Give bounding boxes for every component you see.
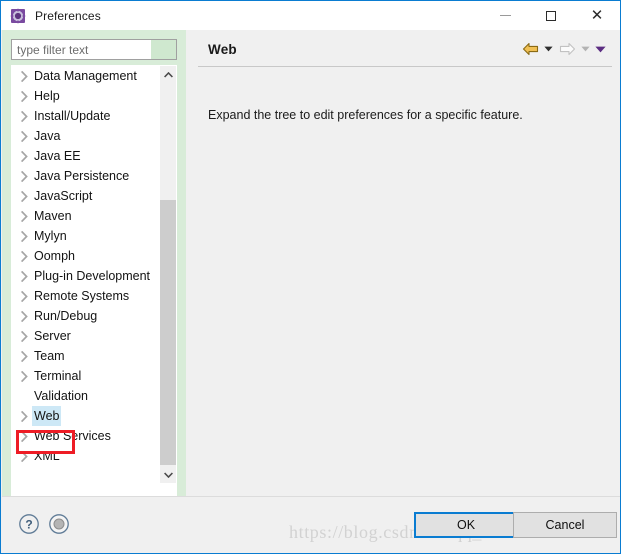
page-navigation-toolbar <box>519 39 608 59</box>
tree-item-label: Plug-in Development <box>34 269 151 283</box>
tree-item-java-ee[interactable]: Java EE <box>12 146 160 166</box>
tree-item-label: Remote Systems <box>34 289 130 303</box>
search-input[interactable] <box>12 41 151 58</box>
restore-icon[interactable] <box>48 513 70 535</box>
tree-item-web[interactable]: Web <box>12 406 160 426</box>
tree-item-team[interactable]: Team <box>12 346 160 366</box>
preferences-tree[interactable]: Data Management Help Install/Update Java Jav… <box>12 66 160 483</box>
back-dropdown-icon[interactable] <box>541 39 556 59</box>
scroll-down-icon[interactable] <box>160 466 176 483</box>
tree-item-data-management[interactable]: Data Management <box>12 66 160 86</box>
page-header: Web <box>190 30 620 68</box>
tree-item-remote-systems[interactable]: Remote Systems <box>12 286 160 306</box>
forward-arrow-icon[interactable] <box>556 39 578 59</box>
chevron-right-icon[interactable] <box>16 286 32 306</box>
header-divider <box>198 66 612 67</box>
tree-item-label: Team <box>34 349 65 363</box>
chevron-right-icon[interactable] <box>16 266 32 286</box>
close-icon[interactable]: ✕ <box>574 1 620 30</box>
chevron-right-icon[interactable] <box>16 246 32 266</box>
maximize-icon[interactable] <box>528 1 574 30</box>
tree-item-label: Java Persistence <box>34 169 130 183</box>
chevron-right-icon[interactable] <box>16 306 32 326</box>
tree-item-maven[interactable]: Maven <box>12 206 160 226</box>
chevron-right-icon[interactable] <box>16 106 32 126</box>
filter-accent <box>151 40 176 59</box>
tree-item-help[interactable]: Help <box>12 86 160 106</box>
tree-item-label: Mylyn <box>34 229 67 243</box>
tree-item-javascript[interactable]: JavaScript <box>12 186 160 206</box>
window-controls: ✕ <box>482 1 620 30</box>
help-icon[interactable]: ? <box>18 513 40 535</box>
chevron-right-icon[interactable] <box>16 366 32 386</box>
chevron-right-icon[interactable] <box>16 226 32 246</box>
tree-item-web-services[interactable]: Web Services <box>12 426 160 446</box>
ok-button[interactable]: OK <box>414 512 518 538</box>
tree-item-label: Maven <box>34 209 72 223</box>
chevron-right-icon[interactable] <box>16 146 32 166</box>
tree-item-java-persistence[interactable]: Java Persistence <box>12 166 160 186</box>
chevron-right-icon[interactable] <box>16 86 32 106</box>
svg-text:?: ? <box>25 517 32 531</box>
title-bar: Preferences ✕ <box>1 1 620 30</box>
tree-item-install-update[interactable]: Install/Update <box>12 106 160 126</box>
tree-item-oomph[interactable]: Oomph <box>12 246 160 266</box>
chevron-right-icon[interactable] <box>16 166 32 186</box>
tree-item-label: Server <box>34 329 71 343</box>
back-arrow-icon[interactable] <box>519 39 541 59</box>
chevron-right-icon[interactable] <box>16 66 32 86</box>
scroll-up-icon[interactable] <box>160 66 176 83</box>
page-title: Web <box>208 41 237 57</box>
tree-item-label: JavaScript <box>34 189 93 203</box>
chevron-right-icon[interactable] <box>16 426 32 446</box>
tree-item-terminal[interactable]: Terminal <box>12 366 160 386</box>
tree-item-label: XML <box>34 449 60 463</box>
tree-item-label: Validation <box>34 389 88 403</box>
tree-item-mylyn[interactable]: Mylyn <box>12 226 160 246</box>
window-title: Preferences <box>35 8 101 23</box>
chevron-right-icon[interactable] <box>16 406 32 426</box>
tree-container: Data Management Help Install/Update Java Jav… <box>11 65 177 517</box>
forward-dropdown-icon[interactable] <box>578 39 593 59</box>
view-menu-icon[interactable] <box>593 39 608 59</box>
chevron-right-icon[interactable] <box>16 126 32 146</box>
preferences-tree-panel: Data Management Help Install/Update Java Jav… <box>2 30 186 517</box>
tree-item-label: Oomph <box>34 249 75 263</box>
preferences-dialog: Preferences ✕ Data Management Help Install… <box>0 0 621 554</box>
tree-item-label: Web Services <box>34 429 111 443</box>
chevron-right-icon[interactable] <box>16 206 32 226</box>
preference-page: Web Expand the tree to edit preferences … <box>190 30 620 496</box>
chevron-right-icon[interactable] <box>16 446 32 466</box>
tree-item-label: Java <box>34 129 61 143</box>
preferences-gear-icon <box>10 8 26 24</box>
tree-vertical-scroll-thumb[interactable] <box>160 200 176 465</box>
tree-vertical-scrollbar[interactable] <box>159 66 176 483</box>
chevron-right-icon[interactable] <box>16 326 32 346</box>
tree-item-label: Web <box>32 406 62 426</box>
chevron-right-icon[interactable] <box>16 346 32 366</box>
tree-item-label: Data Management <box>34 69 137 83</box>
tree-item-java[interactable]: Java <box>12 126 160 146</box>
chevron-right-icon[interactable] <box>16 186 32 206</box>
tree-item-spacer <box>16 386 32 406</box>
tree-item-plug-in-development[interactable]: Plug-in Development <box>12 266 160 286</box>
tree-item-label: Help <box>34 89 60 103</box>
tree-item-label: Install/Update <box>34 109 111 123</box>
minimize-icon[interactable] <box>482 1 528 30</box>
page-description: Expand the tree to edit preferences for … <box>208 108 523 122</box>
tree-item-run-debug[interactable]: Run/Debug <box>12 306 160 326</box>
tree-item-label: Java EE <box>34 149 81 163</box>
tree-item-label: Run/Debug <box>34 309 98 323</box>
tree-item-label: Terminal <box>34 369 82 383</box>
cancel-button[interactable]: Cancel <box>513 512 617 538</box>
tree-item-server[interactable]: Server <box>12 326 160 346</box>
tree-item-validation[interactable]: Validation <box>12 386 160 406</box>
filter-box[interactable] <box>11 39 177 60</box>
tree-item-xml[interactable]: XML <box>12 446 160 466</box>
